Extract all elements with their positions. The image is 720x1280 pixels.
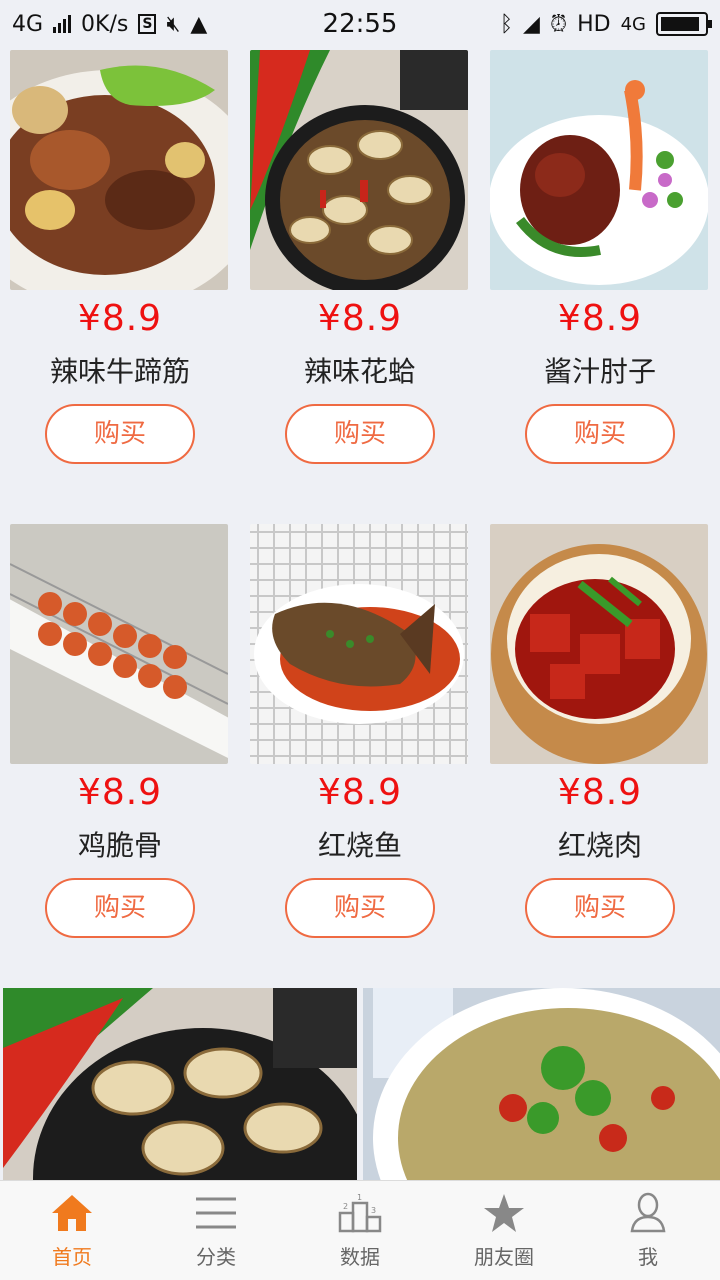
product-name: 酱汁肘子 [543, 355, 656, 388]
clam-dish-image[interactable] [250, 50, 468, 290]
product-card[interactable]: ¥8.9 鸡脆骨 购买 [0, 522, 240, 996]
braised-pork-dish-image[interactable] [490, 524, 708, 764]
tab-home[interactable]: 首页 [0, 1181, 144, 1280]
network-type: 4G [12, 11, 44, 37]
status-bar: 4G 0K/s S 🔇︎ ▲ 22:55 ᛒ ◢ ⏰︎ HD 4G [0, 0, 720, 48]
banner-fish-soup-image[interactable] [363, 988, 720, 1180]
tab-data[interactable]: 213 数据 [288, 1181, 432, 1280]
banner-clam-image[interactable] [3, 988, 357, 1180]
product-price: ¥8.9 [77, 298, 163, 339]
podium-icon: 213 [338, 1193, 382, 1233]
product-name: 辣味花蛤 [303, 355, 416, 388]
buy-button[interactable]: 购买 [525, 404, 675, 464]
hd-indicator: HD [577, 11, 611, 37]
buy-button[interactable]: 购买 [285, 404, 435, 464]
product-card[interactable]: ¥8.9 辣味牛蹄筋 购买 [0, 48, 240, 522]
network-type-right: 4G [620, 13, 646, 35]
product-row: ¥8.9 辣味牛蹄筋 购买 ¥8.9 辣味花蛤 购买 ¥8.9 酱汁肘子 购买 [0, 48, 720, 522]
menu-lines-icon [196, 1197, 236, 1229]
bottom-tab-bar: 首页 分类 213 数据 朋友圈 我 [0, 1180, 720, 1280]
product-name: 鸡脆骨 [77, 829, 162, 862]
tab-label: 朋友圈 [474, 1245, 534, 1269]
product-price: ¥8.9 [317, 772, 403, 813]
svg-text:2: 2 [343, 1202, 348, 1211]
product-card[interactable]: ¥8.9 辣味花蛤 购买 [240, 48, 480, 522]
product-price: ¥8.9 [557, 772, 643, 813]
bluetooth-icon: ᛒ [499, 11, 514, 37]
promo-banner[interactable] [0, 988, 720, 1180]
braised-fish-dish-image[interactable] [250, 524, 468, 764]
signal-icon [53, 15, 72, 33]
chicken-skewer-dish-image[interactable] [10, 524, 228, 764]
tab-category[interactable]: 分类 [144, 1181, 288, 1280]
svg-text:3: 3 [371, 1206, 376, 1215]
home-icon [52, 1195, 92, 1231]
product-card[interactable]: ¥8.9 酱汁肘子 购买 [480, 48, 720, 522]
vibrate-icon: ◢ [523, 11, 540, 37]
sim-icon: S [138, 14, 157, 34]
product-name: 红烧肉 [557, 829, 642, 862]
tab-label: 我 [638, 1245, 658, 1269]
beef-tendon-dish-image[interactable] [10, 50, 228, 290]
battery-icon [656, 12, 712, 36]
buy-button[interactable]: 购买 [45, 878, 195, 938]
product-name: 辣味牛蹄筋 [49, 355, 190, 388]
product-card[interactable]: ¥8.9 红烧肉 购买 [480, 522, 720, 996]
person-icon [630, 1192, 666, 1233]
product-row: ¥8.9 鸡脆骨 购买 ¥8.9 红烧鱼 购买 ¥8.9 红烧肉 购买 [0, 522, 720, 996]
alarm-icon: ⏰︎ [549, 11, 568, 37]
tab-label: 首页 [52, 1245, 92, 1269]
buy-button[interactable]: 购买 [45, 404, 195, 464]
tab-label: 数据 [340, 1245, 380, 1269]
product-name: 红烧鱼 [317, 829, 402, 862]
tab-label: 分类 [196, 1245, 236, 1269]
mute-icon: 🔇︎ [166, 11, 181, 37]
buy-button[interactable]: 购买 [285, 878, 435, 938]
network-speed: 0K/s [81, 11, 129, 37]
product-price: ¥8.9 [77, 772, 163, 813]
tab-me[interactable]: 我 [576, 1181, 720, 1280]
tab-friends[interactable]: 朋友圈 [432, 1181, 576, 1280]
product-price: ¥8.9 [317, 298, 403, 339]
buy-button[interactable]: 购买 [525, 878, 675, 938]
pork-knuckle-dish-image[interactable] [490, 50, 708, 290]
svg-text:1: 1 [357, 1193, 362, 1202]
android-icon: ▲ [190, 11, 208, 37]
star-icon [484, 1194, 524, 1232]
product-price: ¥8.9 [557, 298, 643, 339]
product-card[interactable]: ¥8.9 红烧鱼 购买 [240, 522, 480, 996]
